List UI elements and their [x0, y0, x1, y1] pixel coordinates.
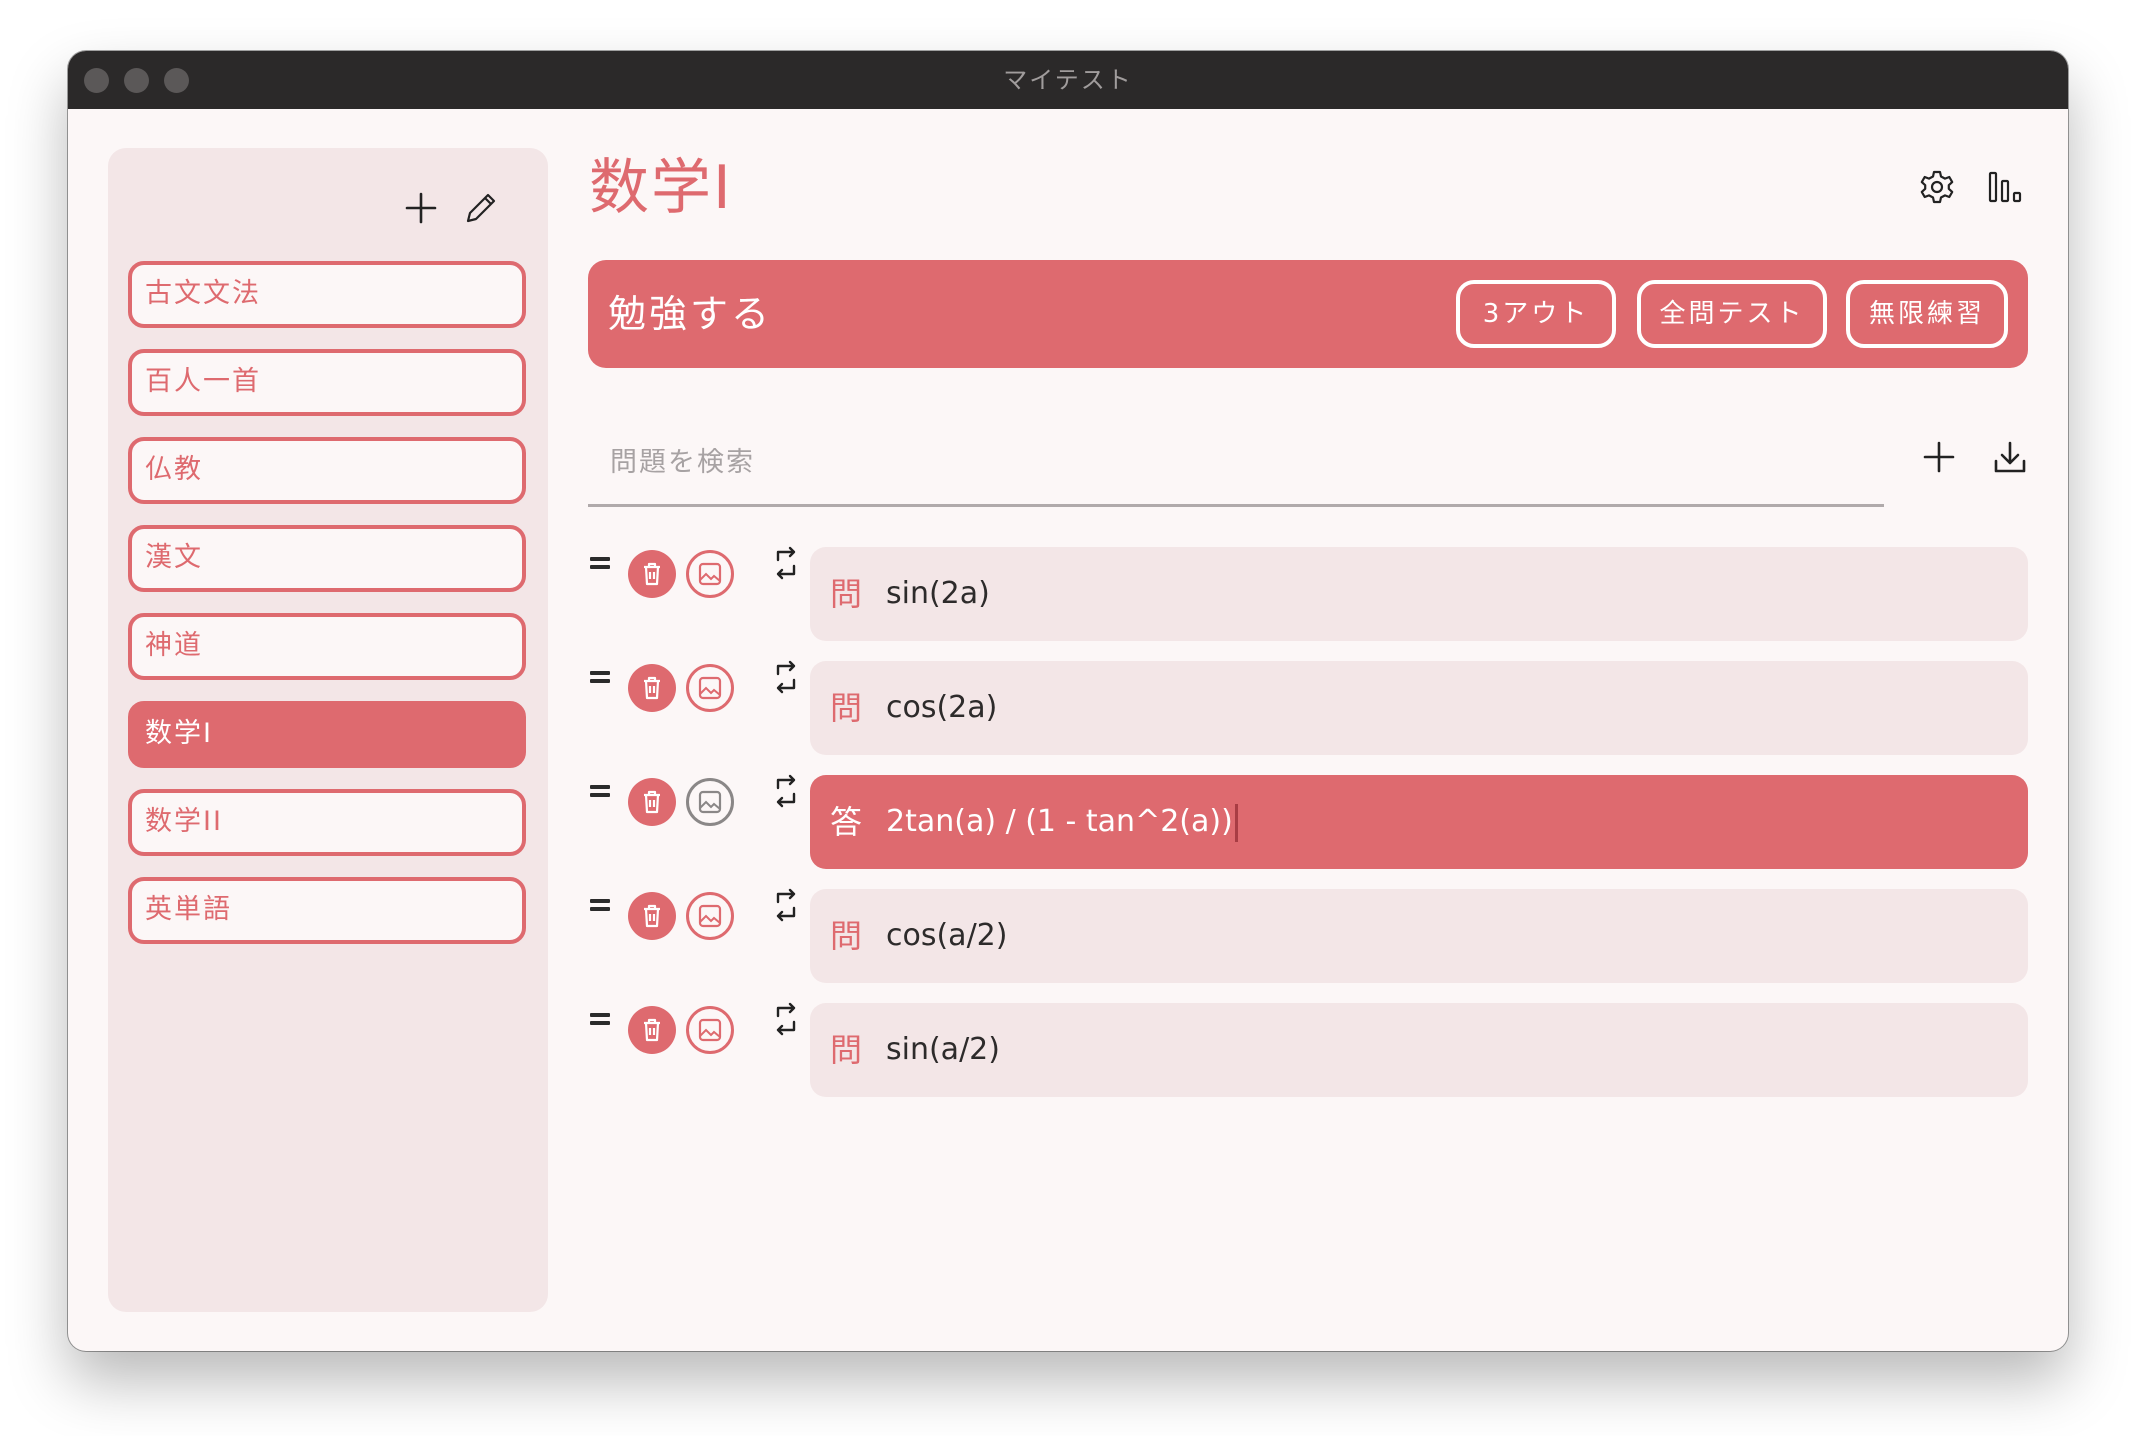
trash-icon	[644, 676, 660, 700]
gear-icon	[1920, 170, 1954, 204]
text-caret	[1234, 803, 1238, 842]
pencil-icon	[466, 193, 496, 223]
drag-handle-icon[interactable]	[588, 669, 612, 685]
card-text: cos(2a)	[886, 690, 998, 725]
delete-question-button[interactable]	[628, 1006, 676, 1054]
sidebar-item-bukkyo[interactable]: 仏教	[128, 437, 526, 504]
study-label: 勉強する	[608, 292, 773, 336]
trash-icon	[644, 904, 660, 928]
page-title: 数学I	[589, 153, 733, 223]
trash-icon	[644, 562, 660, 586]
card-kind-label: 答	[830, 803, 863, 841]
card-text: sin(a/2)	[886, 1032, 1000, 1067]
attach-image-button[interactable]	[686, 1006, 734, 1054]
answer-card-editing[interactable]: 答 2tan(a) / (1 - tan^2(a))	[810, 775, 2028, 869]
swap-side-button[interactable]	[766, 655, 806, 699]
swap-side-button[interactable]	[766, 883, 806, 927]
swap-side-button[interactable]	[766, 769, 806, 813]
search-input[interactable]	[588, 421, 1884, 507]
sidebar-item-kobun[interactable]: 古文文法	[128, 261, 526, 328]
trash-icon	[644, 1018, 660, 1042]
drag-handle-icon[interactable]	[588, 897, 612, 913]
image-icon	[698, 790, 722, 814]
image-icon	[698, 1018, 722, 1042]
download-icon	[1994, 441, 2026, 473]
card-text: sin(2a)	[886, 576, 990, 611]
question-card[interactable]: 問 cos(2a)	[810, 661, 2028, 755]
settings-button[interactable]	[1909, 159, 1965, 215]
sidebar-item-math-2[interactable]: 数学II	[128, 789, 526, 856]
card-text: cos(a/2)	[886, 918, 1008, 953]
card-text[interactable]: 2tan(a) / (1 - tan^2(a))	[886, 775, 1238, 869]
swap-icon	[776, 1002, 796, 1036]
edit-deck-button[interactable]	[459, 186, 503, 230]
plus-icon	[405, 192, 437, 224]
sidebar-item-eitango[interactable]: 英単語	[128, 877, 526, 944]
bar-chart-icon	[1988, 171, 2022, 203]
swap-side-button[interactable]	[766, 541, 806, 585]
sidebar-item-shinto[interactable]: 神道	[128, 613, 526, 680]
card-kind-label: 問	[830, 917, 863, 955]
card-kind-label: 問	[830, 1031, 863, 1069]
full-test-button[interactable]: 全問テスト	[1637, 280, 1827, 348]
delete-question-button[interactable]	[628, 778, 676, 826]
window-title: マイテスト	[1003, 66, 1133, 94]
three-outs-button[interactable]: 3アウト	[1456, 280, 1616, 348]
attach-image-button[interactable]	[686, 550, 734, 598]
image-icon	[698, 904, 722, 928]
question-row: 問 sin(a/2)	[588, 1002, 2028, 1097]
sidebar-item-hyakunin-isshu[interactable]: 百人一首	[128, 349, 526, 416]
drag-handle-icon[interactable]	[588, 1011, 612, 1027]
card-kind-label: 問	[830, 689, 863, 727]
delete-question-button[interactable]	[628, 550, 676, 598]
swap-icon	[776, 888, 796, 922]
sidebar-item-kanbun[interactable]: 漢文	[128, 525, 526, 592]
drag-handle-icon[interactable]	[588, 555, 612, 571]
delete-question-button[interactable]	[628, 664, 676, 712]
card-kind-label: 問	[830, 575, 863, 613]
question-row: 問 cos(2a)	[588, 660, 2028, 755]
deck-sidebar: 古文文法 百人一首 仏教 漢文 神道 数学I 数学II 英単語	[108, 148, 548, 1312]
question-card[interactable]: 問 sin(2a)	[810, 547, 2028, 641]
question-row: 問 sin(2a)	[588, 546, 2028, 641]
question-card[interactable]: 問 sin(a/2)	[810, 1003, 2028, 1097]
swap-icon	[776, 546, 796, 580]
question-card[interactable]: 問 cos(a/2)	[810, 889, 2028, 983]
add-question-button[interactable]	[1911, 429, 1967, 485]
attach-image-button[interactable]	[686, 892, 734, 940]
image-icon	[698, 562, 722, 586]
title-bar: マイテスト	[68, 51, 2068, 109]
plus-icon	[1923, 441, 1955, 473]
image-icon	[698, 676, 722, 700]
app-window: マイテスト 古文文法 百人一首 仏教 漢文 神道 数学I 数学II 英単語 数学…	[68, 51, 2068, 1351]
statistics-button[interactable]	[1979, 159, 2035, 215]
attach-image-button[interactable]	[686, 664, 734, 712]
swap-icon	[776, 774, 796, 808]
question-row: 答 2tan(a) / (1 - tan^2(a))	[588, 774, 2028, 869]
swap-side-button[interactable]	[766, 997, 806, 1041]
sidebar-item-math-1[interactable]: 数学I	[128, 701, 526, 768]
attach-image-button[interactable]	[686, 778, 734, 826]
endless-practice-button[interactable]: 無限練習	[1846, 280, 2008, 348]
study-bar: 勉強する 3アウト 全問テスト 無限練習	[588, 260, 2028, 368]
swap-icon	[776, 660, 796, 694]
drag-handle-icon[interactable]	[588, 783, 612, 799]
import-button[interactable]	[1982, 429, 2038, 485]
add-deck-button[interactable]	[399, 186, 443, 230]
trash-icon	[644, 790, 660, 814]
question-row: 問 cos(a/2)	[588, 888, 2028, 983]
delete-question-button[interactable]	[628, 892, 676, 940]
